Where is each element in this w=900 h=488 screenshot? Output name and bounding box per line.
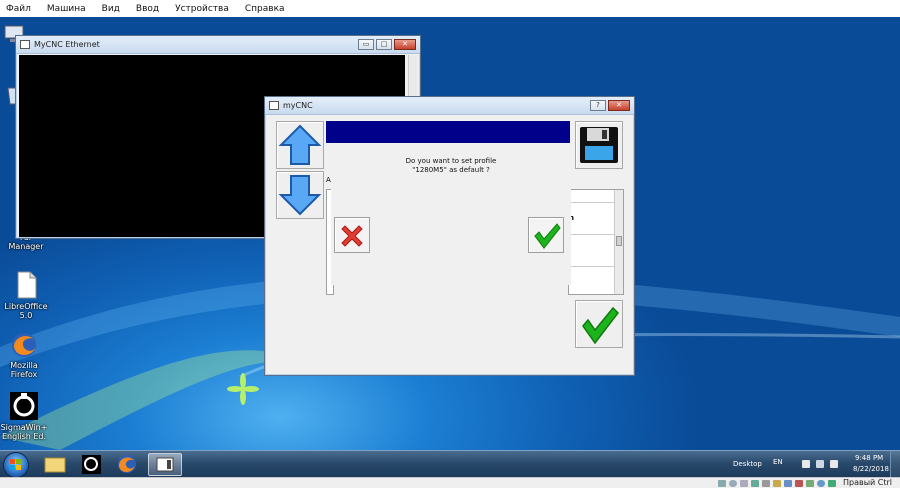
menu-input[interactable]: Ввод [133,4,159,14]
help-button[interactable]: ? [590,100,606,111]
mouse-integration-icon[interactable] [817,480,825,487]
desktop-icon-firefox[interactable]: Mozilla Firefox [0,331,48,379]
vbox-status-bar: Правый Ctrl [0,477,900,488]
sigmawin-icon [82,455,101,474]
hard-disk-icon[interactable] [718,480,726,487]
menu-devices[interactable]: Устройства [172,4,229,14]
close-button[interactable]: ✕ [608,100,630,111]
firefox-icon [118,455,136,473]
minimize-button[interactable]: ▭ [358,39,374,50]
list-scrollbar[interactable] [614,190,623,294]
dialog-ok-button[interactable] [528,217,564,253]
mycnc-window-titlebar[interactable]: myCNC ? ✕ [265,97,634,115]
window-app-icon [269,101,279,110]
cpu-icon[interactable] [806,480,814,487]
ethernet-window-title: MyCNC Ethernet [34,40,100,49]
dialog-cancel-button[interactable] [334,217,370,253]
volume-icon[interactable] [830,460,838,468]
checkmark-icon [582,306,619,345]
mycnc-window[interactable]: myCNC ? ✕ n A Do you want to set profile… [264,96,635,376]
folder-icon [44,457,66,473]
maximize-button[interactable]: □ [376,39,392,50]
shared-folder-icon[interactable] [773,480,781,487]
mycnc-window-title: myCNC [283,101,313,110]
menu-file[interactable]: Файл [3,4,31,14]
audio-icon[interactable] [740,480,748,487]
taskbar: Desktop EN 9:48 PM 8/22/2018 [0,450,900,478]
firefox-icon [12,333,36,357]
header-bar [326,121,570,143]
floppy-disk-icon [580,127,618,163]
ok-button[interactable] [575,300,623,348]
display-icon[interactable] [784,480,792,487]
video-capture-icon[interactable] [795,480,803,487]
profile-list-panel[interactable]: n l [568,189,624,295]
desktop-icon-libreoffice[interactable]: LibreOffice 5.0 [2,270,50,320]
ethernet-window-titlebar[interactable]: MyCNC Ethernet ▭ □ ✕ [16,36,420,54]
network-adapter-icon[interactable] [751,480,759,487]
save-button[interactable] [575,121,623,169]
action-center-icon[interactable] [802,460,810,468]
window-icon [156,457,174,472]
taskbar-explorer[interactable] [38,453,72,476]
tray-icons [802,460,838,468]
scrollbar-thumb[interactable] [616,236,622,246]
windows-logo-icon [10,459,21,470]
taskbar-firefox[interactable] [110,453,144,476]
arrow-up-icon [278,124,322,165]
show-desktop-button[interactable] [890,451,900,478]
checkmark-icon [534,223,561,249]
desktop-icon-sigmawin[interactable]: SigmaWin+ English Ed. [0,391,48,441]
optical-drive-icon[interactable] [729,480,737,487]
network-icon[interactable] [816,460,824,468]
language-indicator[interactable]: EN [773,458,783,466]
host-menu-bar: Файл Машина Вид Ввод Устройства Справка [0,0,900,17]
taskbar-mycnc[interactable] [148,453,182,476]
menu-help[interactable]: Справка [242,4,285,14]
arrow-down-icon [278,175,322,216]
start-button[interactable] [3,452,29,478]
cross-icon [341,225,363,247]
taskbar-sigmawin[interactable] [74,453,108,476]
close-button[interactable]: ✕ [394,39,416,50]
sigmawin-icon [10,392,38,420]
move-down-button[interactable] [276,171,324,219]
host-key-label: Правый Ctrl [842,478,892,487]
clock-date[interactable]: 8/22/2018 [853,465,889,473]
desktop-toolbar-label[interactable]: Desktop [733,460,762,468]
libreoffice-icon [17,271,37,299]
host-key-icon[interactable] [828,480,836,487]
guest-desktop: Co Re YE_ Far Manager LibreOffice 5.0 Mo… [0,17,900,450]
menu-view[interactable]: Вид [99,4,120,14]
clock-time[interactable]: 9:48 PM [855,454,883,462]
window-app-icon [20,40,30,49]
usb-icon[interactable] [762,480,770,487]
confirm-dialog: Do you want to set profile "1280M5" as d… [331,145,571,285]
dialog-message: Do you want to set profile "1280M5" as d… [405,157,497,174]
move-up-button[interactable] [276,121,324,169]
menu-machine[interactable]: Машина [44,4,86,14]
